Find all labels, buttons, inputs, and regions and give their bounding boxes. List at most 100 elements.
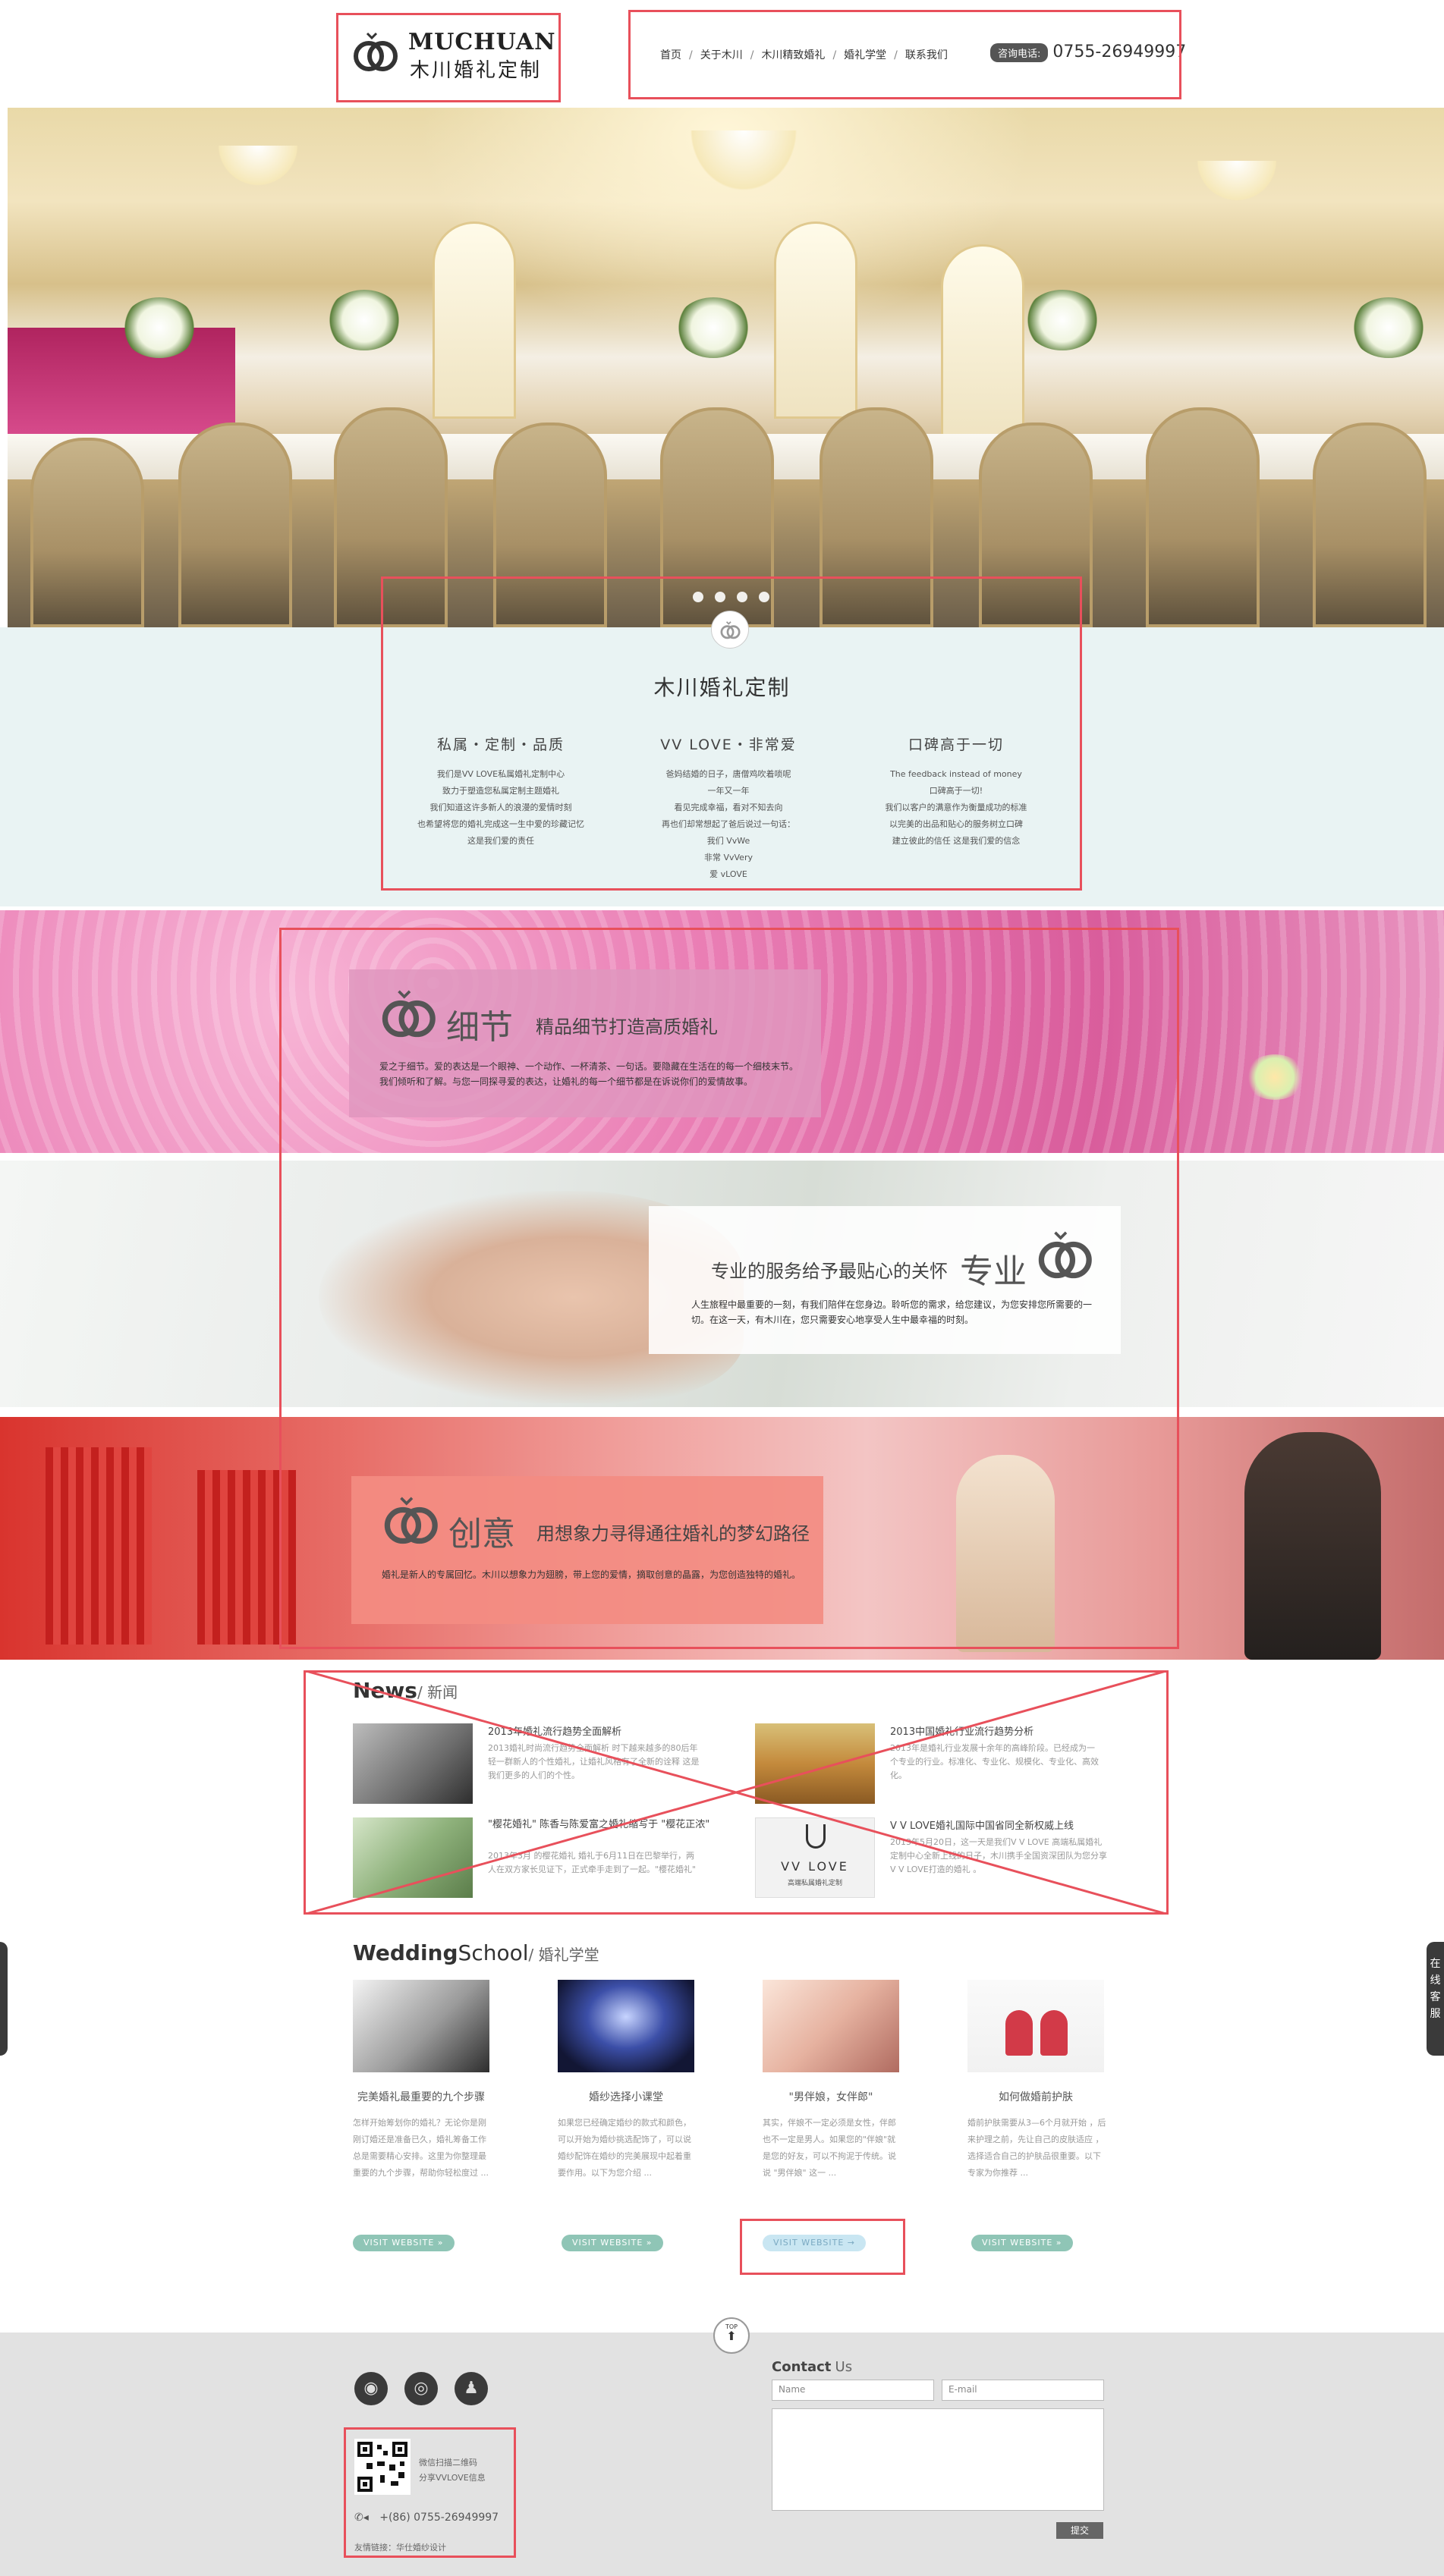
school-thumbnail[interactable] <box>763 1980 899 2072</box>
nav-separator: / <box>689 49 693 61</box>
contact-title-us: Us <box>835 2359 853 2375</box>
feature-title: 细节 <box>446 1008 513 1047</box>
school-section: WeddingSchool/ 婚礼学堂 完美婚礼最重要的九个步骤 婚纱选择小课堂… <box>0 1940 1444 2333</box>
feature-band-professional: 专业的服务给予最贴心的关怀 专业 人生旅程中最重要的一刻，有我们陪伴在您身边。聆… <box>0 1161 1444 1407</box>
feature-subtitle: 精品细节打造高质婚礼 <box>536 1016 718 1038</box>
school-thumbnail[interactable] <box>353 1980 489 2072</box>
contact-heading: Contact Us <box>772 2359 852 2375</box>
contact-title: Contact <box>772 2359 832 2375</box>
friend-links[interactable]: 友情链接：华仕婚纱设计 <box>354 2541 446 2553</box>
message-textarea[interactable] <box>772 2408 1104 2511</box>
visit-website-button[interactable]: VISIT WEBSITE → <box>763 2235 867 2251</box>
candle-decoration <box>1244 1054 1305 1100</box>
rings-logo-icon <box>354 32 398 71</box>
feature-band-creative: 创意 用想象力寻得通往婚礼的梦幻路径 婚礼是新人的专属回忆。木川以想象力为翅膀，… <box>0 1417 1444 1660</box>
main-nav: 首页 / 关于木川 / 木川精致婚礼 / 婚礼学堂 / 联系我们 <box>660 47 948 65</box>
news-section: News/ 新闻 2013年婚礼流行趋势全面解析 2013婚礼时尚流行趋势全面解… <box>0 1660 1444 1940</box>
intro-rings-badge <box>711 611 749 649</box>
email-input[interactable]: E-mail <box>942 2380 1104 2401</box>
hotline-number[interactable]: 0755-26949997 <box>1052 42 1186 61</box>
hero-stage <box>8 328 235 434</box>
school-item-title[interactable]: 如何做婚前护肤 <box>949 2089 1123 2104</box>
back-to-top-button[interactable]: TOP ⬆ <box>713 2317 750 2354</box>
qr-caption: 微信扫描二维码 分享VVLOVE信息 <box>419 2458 486 2483</box>
intro-column-vvlove: VV LOVE・非常爱 爸妈结婚的日子，唐僧鸡吹着唢呢 一年又一年 看见完成幸福，看… <box>607 734 850 883</box>
hero-banner <box>8 108 1444 627</box>
school-item-title[interactable]: "男伴娘，女伴郎" <box>744 2089 918 2104</box>
nav-weddings[interactable]: 木川精致婚礼 <box>761 49 825 61</box>
slider-dot[interactable] <box>759 592 769 602</box>
hero-arch <box>941 244 1024 441</box>
hero-chair <box>979 423 1093 627</box>
nav-school[interactable]: 婚礼学堂 <box>844 49 886 61</box>
hero-chandelier <box>683 130 804 199</box>
intro-column-title: 口碑高于一切 <box>908 737 1004 753</box>
visit-website-button[interactable]: VISIT WEBSITE » <box>353 2235 455 2251</box>
site-header: MUCHUAN 木川婚礼定制 首页 / 关于木川 / 木川精致婚礼 / 婚礼学堂 / 联系我们 … <box>0 0 1444 108</box>
cross-out-annotation <box>304 1670 1169 1915</box>
feature-title: 创意 <box>448 1515 515 1553</box>
horse-decoration <box>956 1455 1055 1652</box>
hero-flower <box>1024 290 1100 350</box>
hero-chandelier <box>1191 161 1282 206</box>
wechat-icon[interactable]: ◉ <box>354 2372 388 2405</box>
feature-title: 专业 <box>960 1252 1027 1291</box>
school-item-text: 如果您已经确定婚纱的款式和颜色，可以开始为婚纱挑选配饰了，可以说婚纱配饰在婚纱的… <box>558 2118 691 2178</box>
footer: TOP ⬆ ◉ ◎ ♟ 微信扫描二维码 分享VVLOVE信息 ✆◂ +(86) 0… <box>0 2317 1444 2576</box>
qq-icon[interactable]: ♟ <box>455 2372 488 2405</box>
visit-website-button[interactable]: VISIT WEBSITE » <box>562 2235 663 2251</box>
slider-dot[interactable] <box>693 592 703 602</box>
hotline-label: 咨询电话: <box>990 43 1049 62</box>
logo[interactable]: MUCHUAN 木川婚礼定制 <box>348 24 555 82</box>
intro-column-text: 爸妈结婚的日子，唐僧鸡吹着唢呢 一年又一年 看见完成幸福，看对不知去向 再也们却常想起… <box>662 769 795 879</box>
school-item-title[interactable]: 完美婚礼最重要的九个步骤 <box>334 2089 508 2104</box>
weibo-icon[interactable]: ◎ <box>404 2372 438 2405</box>
intro-column-text: 我们是VV LOVE私属婚礼定制中心 致力于塑造您私属定制主题婚礼 我们知道这许多新… <box>417 769 584 846</box>
slider-dot[interactable] <box>737 592 747 602</box>
gift-decoration <box>1040 2010 1068 2056</box>
nav-home[interactable]: 首页 <box>660 49 681 61</box>
intro-section: 木川婚礼定制 私属・定制・品质 我们是VV LOVE私属婚礼定制中心 致力于塑造您… <box>0 611 1444 906</box>
hero-arch <box>433 221 516 419</box>
logo-chinese: 木川婚礼定制 <box>410 59 543 82</box>
hero-chair <box>493 423 607 627</box>
hero-chair <box>1313 423 1427 627</box>
nav-contact[interactable]: 联系我们 <box>905 49 948 61</box>
hero-chair <box>334 407 448 627</box>
footer-phone: ✆◂ +(86) 0755-26949997 <box>354 2512 499 2524</box>
rings-logo-icon <box>382 990 436 1038</box>
feature-subtitle: 专业的服务给予最贴心的关怀 <box>711 1261 948 1282</box>
online-service-tab[interactable]: 在线客服 <box>1427 1942 1444 2056</box>
nav-separator: / <box>832 49 837 61</box>
school-item-text: 婚前护肤需要从3—6个月就开始 ，后来护理之前，先让自己的皮肤适应 ，选择适合自… <box>967 2118 1106 2178</box>
submit-button[interactable]: 提交 <box>1056 2522 1103 2539</box>
horse-decoration <box>1244 1432 1381 1660</box>
red-drape <box>46 1447 152 1645</box>
visit-website-button[interactable]: VISIT WEBSITE » <box>971 2235 1073 2251</box>
nav-about[interactable]: 关于木川 <box>700 49 743 61</box>
hero-chair <box>178 423 292 627</box>
school-item-text: 其实，伴娘不一定必须是女性，伴郎也不一定是男人。如果您的"伴娘"就是您的好友，可… <box>763 2118 896 2178</box>
feature-detail-box: 细节 精品细节打造高质婚礼 爱之于细节。爱的表达是一个眼神、一个动作、一杯清茶、… <box>349 969 821 1117</box>
intro-column-title: 私属・定制・品质 <box>436 737 565 753</box>
school-thumbnail[interactable] <box>967 1980 1104 2072</box>
school-heading-cn: / 婚礼学堂 <box>528 1946 599 1964</box>
school-heading: WeddingSchool/ 婚礼学堂 <box>353 1940 599 1965</box>
feature-subtitle: 用想象力寻得通往婚礼的梦幻路径 <box>536 1523 810 1544</box>
left-edge-tab[interactable] <box>0 1942 8 2056</box>
hero-flower <box>1351 297 1427 358</box>
intro-column-text: The feedback instead of money 口碑高于一切! 我们以客… <box>885 769 1027 846</box>
hero-chair <box>1146 407 1260 627</box>
slider-dot[interactable] <box>715 592 725 602</box>
feature-creative-box: 创意 用想象力寻得通往婚礼的梦幻路径 婚礼是新人的专属回忆。木川以想象力为翅膀，… <box>351 1476 823 1624</box>
footer-phone-number[interactable]: +(86) 0755-26949997 <box>379 2512 499 2524</box>
red-drape <box>197 1470 296 1645</box>
name-input[interactable]: Name <box>772 2380 934 2401</box>
nav-separator: / <box>750 49 754 61</box>
school-heading-en2: School <box>458 1940 529 1965</box>
rings-logo-icon <box>1038 1231 1092 1279</box>
school-thumbnail[interactable] <box>558 1980 694 2072</box>
school-item-title[interactable]: 婚纱选择小课堂 <box>539 2089 713 2104</box>
feature-text: 人生旅程中最重要的一刻，有我们陪伴在您身边。聆听您的需求，给您建议，为您安排您所… <box>691 1299 1093 1325</box>
intro-column-private: 私属・定制・品质 我们是VV LOVE私属婚礼定制中心 致力于塑造您私属定制主题婚… <box>379 734 622 850</box>
